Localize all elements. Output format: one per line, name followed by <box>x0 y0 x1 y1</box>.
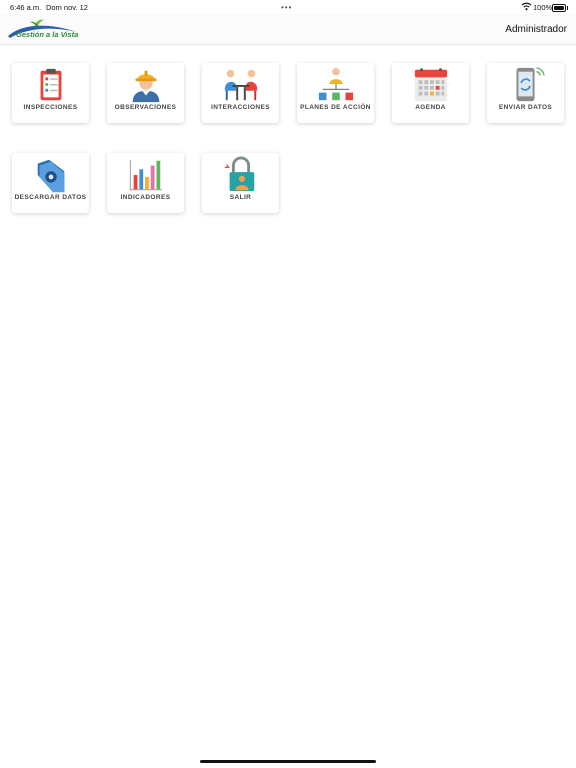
tile-planes-de-accion[interactable]: PLANES DE ACCIÓN <box>297 63 374 123</box>
folder-download-icon <box>37 159 65 193</box>
tile-salir[interactable]: SALIR <box>202 153 279 213</box>
wifi-icon <box>521 2 532 11</box>
status-date: Dom nov. 12 <box>46 3 88 12</box>
status-bar: 6:46 a.m. Dom nov. 12 ••• 100% <box>0 0 576 14</box>
tile-indicadores[interactable]: INDICADORES <box>107 153 184 213</box>
tile-label: SALIR <box>229 194 252 201</box>
tile-label: ENVIAR DATOS <box>498 104 553 111</box>
bar-chart-icon <box>129 159 163 191</box>
status-time: 6:46 a.m. <box>10 3 42 12</box>
user-name[interactable]: Administrador <box>505 24 567 35</box>
worker-helmet-icon <box>132 70 160 103</box>
padlock-user-icon <box>224 156 255 192</box>
logo-text: Gestión a la Vista <box>16 30 79 39</box>
tile-descargar-datos[interactable]: DESCARGAR DATOS <box>12 153 89 213</box>
tile-enviar-datos[interactable]: ENVIAR DATOS <box>487 63 564 123</box>
tile-label: OBSERVACIONES <box>114 104 177 111</box>
people-meeting-icon <box>224 69 258 101</box>
tile-label: DESCARGAR DATOS <box>14 194 87 201</box>
tile-label: INSPECCIONES <box>23 104 78 111</box>
clipboard-checklist-icon <box>40 68 62 101</box>
home-indicator[interactable] <box>200 760 376 763</box>
multitasking-dots[interactable]: ••• <box>281 3 292 12</box>
tile-agenda[interactable]: AGENDA <box>392 63 469 123</box>
tile-observaciones[interactable]: OBSERVACIONES <box>107 63 184 123</box>
tile-label: PLANES DE ACCIÓN <box>300 104 371 111</box>
calendar-icon <box>414 68 448 102</box>
tile-label: AGENDA <box>415 104 446 111</box>
tile-interacciones[interactable]: INTERACCIONES <box>202 63 279 123</box>
battery-percent: 100% <box>533 3 553 12</box>
battery-icon <box>552 4 568 12</box>
phone-sync-icon <box>516 67 545 102</box>
action-plan-org-chart-icon <box>318 67 354 101</box>
nav-bar: Gestión a la Vista Administrador <box>0 14 576 45</box>
tile-inspecciones[interactable]: INSPECCIONES <box>12 63 89 123</box>
tile-label: INDICADORES <box>120 194 171 201</box>
tile-label: INTERACCIONES <box>210 104 270 111</box>
